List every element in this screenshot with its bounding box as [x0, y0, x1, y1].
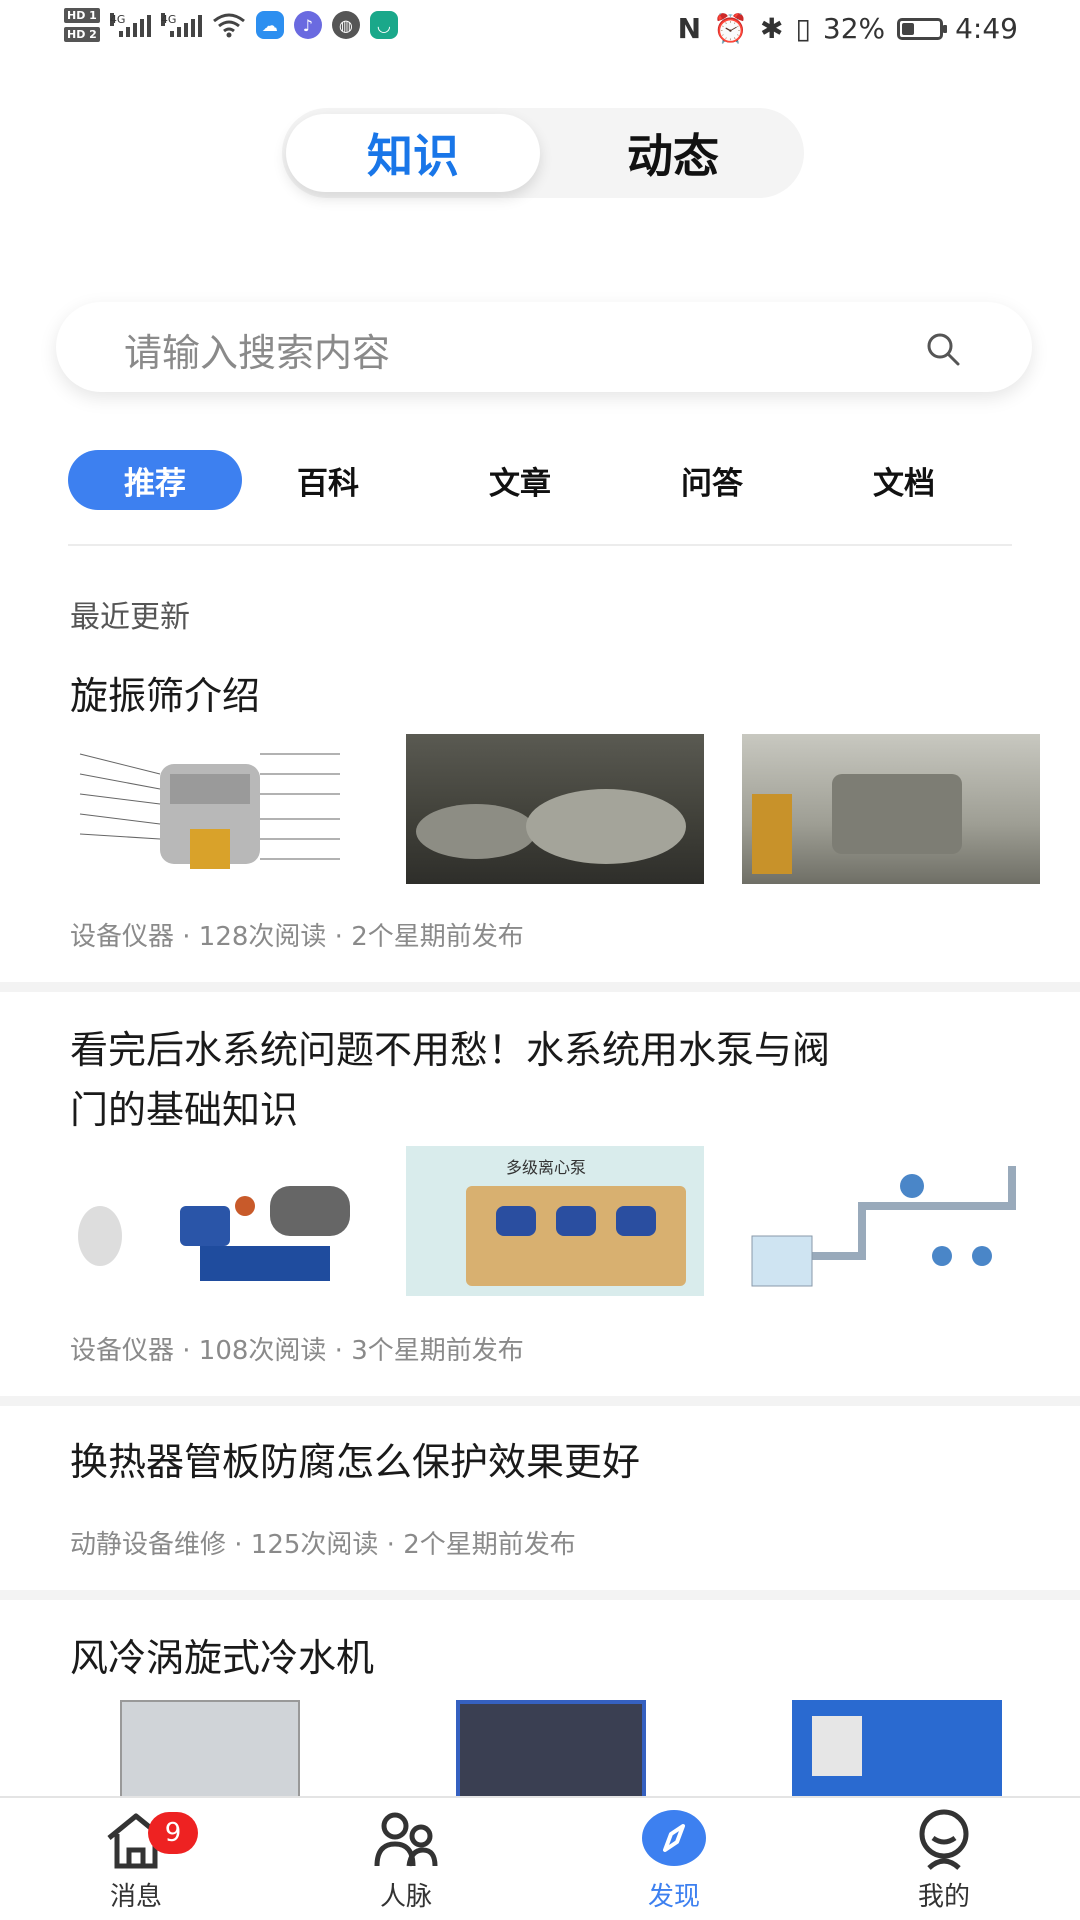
bottom-nav: 9 消息 人脉 发现 我的	[0, 1796, 1080, 1920]
hd2-label: HD 2	[64, 27, 100, 42]
thumb-caption: 多级离心泵	[506, 1158, 587, 1177]
hd-indicators: HD 1 HD 2	[64, 8, 100, 42]
article-title-line: 门的基础知识	[70, 1088, 299, 1132]
wifi-icon	[212, 13, 245, 38]
article-meta: 设备仪器 · 128次阅读 · 2个星期前发布	[70, 922, 524, 952]
thumb-photo-image	[742, 734, 1040, 884]
search-bar[interactable]: 请输入搜索内容	[56, 302, 1032, 392]
nav-profile[interactable]: 我的	[874, 1808, 1014, 1918]
search-icon[interactable]	[926, 332, 960, 366]
thumb-valve-diagram-image	[742, 1146, 1040, 1296]
tab-qa[interactable]: 问答	[632, 450, 792, 510]
bluetooth-icon: ✱	[759, 12, 784, 45]
unread-badge: 9	[148, 1812, 198, 1854]
music-app-icon: ♪	[293, 11, 322, 39]
net2-label: 4G	[160, 13, 177, 26]
tab-knowledge[interactable]: 知识	[286, 114, 540, 192]
battery-icon	[897, 17, 948, 40]
top-segment: 知识 动态	[282, 108, 804, 198]
nav-messages[interactable]: 9 消息	[66, 1808, 206, 1918]
status-right: N ⏰ ✱ ▯ 32% 4:49	[678, 12, 1018, 45]
clock: 4:49	[955, 12, 1018, 45]
article-meta: 动静设备维修 · 125次阅读 · 2个星期前发布	[70, 1530, 576, 1560]
profile-icon	[919, 1809, 969, 1870]
signal-1-icon: 4G	[109, 13, 151, 37]
tab-articles[interactable]: 文章	[440, 450, 600, 510]
message-app-icon: ◡	[369, 11, 398, 39]
status-left: HD 1 HD 2 4G 4G ☁ ♪ ◍ ◡	[64, 8, 398, 42]
nav-label: 消息	[109, 1882, 162, 1912]
thumb-pump-exploded-image	[70, 1146, 368, 1296]
thumb-photo-image	[406, 734, 704, 884]
article-title-line: 看完后水系统问题不用愁！水系统用水泵与阀	[70, 1028, 831, 1072]
weather-app-icon: ☁	[255, 11, 284, 39]
nav-label: 人脉	[379, 1882, 432, 1912]
signal-2-icon: 4G	[160, 13, 202, 37]
section-title: 最近更新	[70, 600, 190, 635]
article-title[interactable]: 换热器管板防腐怎么保护效果更好	[70, 1432, 1010, 1492]
search-input[interactable]: 请输入搜索内容	[124, 322, 390, 377]
alarm-icon: ⏰	[713, 12, 748, 45]
nav-discover[interactable]: 发现	[604, 1808, 744, 1918]
nav-label: 发现	[647, 1882, 700, 1912]
tab-dynamics[interactable]: 动态	[546, 114, 800, 192]
article-title[interactable]: 旋振筛介绍	[70, 666, 1010, 726]
net1-label: 4G	[109, 13, 126, 26]
tab-recommend[interactable]: 推荐	[68, 450, 242, 510]
tab-encyclopedia[interactable]: 百科	[248, 450, 408, 510]
hd1-label: HD 1	[64, 8, 100, 23]
contacts-icon	[374, 1812, 438, 1867]
article-thumbs[interactable]	[70, 734, 1040, 884]
article-title[interactable]: 看完后水系统问题不用愁！水系统用水泵与阀 门的基础知识	[70, 1020, 1010, 1140]
thumb-diagram-image	[70, 734, 368, 884]
article-title[interactable]: 风冷涡旋式冷水机	[70, 1628, 1010, 1688]
thumb-multistage-pump-image: 多级离心泵	[406, 1146, 704, 1296]
article-meta: 设备仪器 · 108次阅读 · 3个星期前发布	[70, 1336, 524, 1366]
category-tabs: 推荐 百科 文章 问答 文档	[68, 450, 1012, 514]
thumb-chiller-image	[406, 1696, 704, 1796]
status-bar: HD 1 HD 2 4G 4G ☁ ♪ ◍ ◡ N ⏰ ✱ ▯ 32% 4:49	[0, 0, 1080, 62]
battery-percent: 32%	[822, 12, 886, 45]
vibrate-icon: ▯	[795, 12, 811, 45]
nav-contacts[interactable]: 人脉	[336, 1808, 476, 1918]
tab-documents[interactable]: 文档	[824, 450, 984, 510]
article-separator	[0, 1590, 1080, 1600]
thumb-chiller-image	[70, 1696, 368, 1796]
globe-app-icon: ◍	[331, 11, 360, 39]
article-separator	[0, 1396, 1080, 1406]
nav-label: 我的	[917, 1882, 970, 1912]
thumb-chiller-image	[742, 1696, 1040, 1796]
compass-icon	[642, 1810, 706, 1866]
article-thumbs[interactable]	[70, 1696, 1040, 1796]
nfc-icon: N	[677, 12, 702, 45]
article-separator	[0, 982, 1080, 992]
article-thumbs[interactable]: 多级离心泵	[70, 1146, 1040, 1296]
tabs-divider	[68, 544, 1012, 546]
